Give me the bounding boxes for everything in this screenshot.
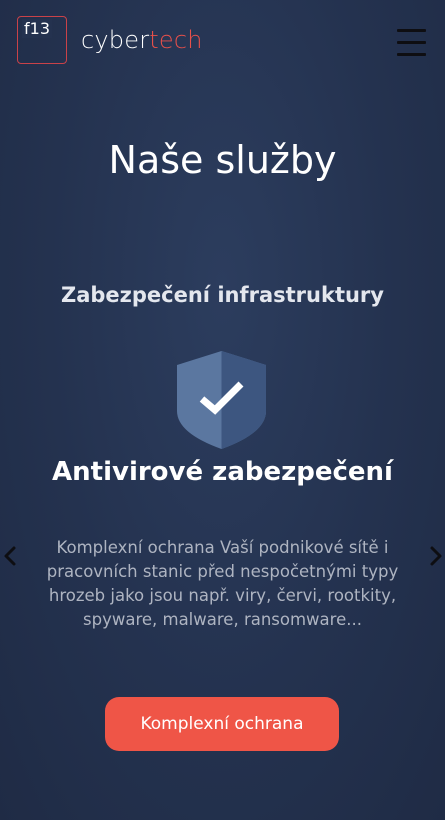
- logo-mark: f13: [22, 19, 52, 38]
- logo-word-cyber: cyber: [81, 26, 150, 54]
- chevron-right-icon[interactable]: [428, 545, 444, 567]
- hamburger-line: [397, 53, 426, 56]
- chevron-left-icon[interactable]: [2, 545, 18, 567]
- komplexni-ochrana-button[interactable]: Komplexní ochrana: [105, 697, 339, 751]
- hamburger-menu-icon[interactable]: [397, 27, 427, 59]
- section-title: Zabezpečení infrastruktury: [61, 283, 384, 307]
- card-title: Antivirové zabezpečení: [52, 457, 393, 487]
- logo[interactable]: f13 cybertech: [17, 16, 203, 64]
- logo-wordmark: cybertech: [81, 26, 203, 54]
- logo-frame: f13: [17, 16, 67, 64]
- hamburger-line: [397, 29, 426, 32]
- hamburger-line: [397, 41, 426, 44]
- logo-word-tech: tech: [149, 26, 203, 54]
- page-title: Naše služby: [108, 138, 337, 182]
- shield-check-icon: [177, 351, 266, 449]
- card-description: Komplexní ochrana Vaší podnikové sítě i …: [46, 538, 399, 629]
